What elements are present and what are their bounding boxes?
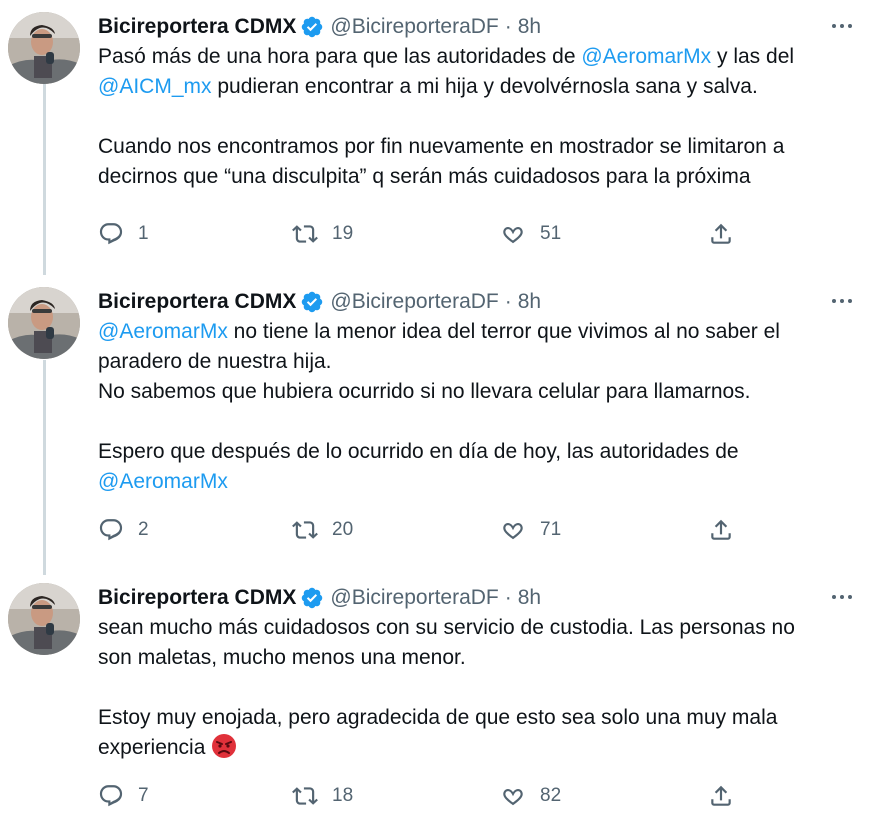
tweet-content: Bicireportera CDMX @BicireporteraDF · 8h Pas…: [98, 12, 858, 192]
share-button[interactable]: [708, 217, 748, 251]
text-segment: pudieran encontrar a mi hija y devolvérn…: [211, 75, 758, 98]
reply-count: 2: [138, 519, 149, 540]
verified-badge-icon: [300, 586, 324, 610]
text-segment: Estoy muy enojada, pero agradecida de qu…: [98, 706, 778, 729]
reply-button[interactable]: 2: [98, 513, 149, 547]
paragraph-break: [98, 407, 858, 437]
avatar[interactable]: [8, 12, 80, 84]
retweet-count: 19: [332, 223, 354, 244]
share-icon: [708, 221, 748, 247]
author-handle[interactable]: @BicireporteraDF: [330, 586, 498, 610]
text-segment: y las del: [711, 45, 795, 68]
tweet-timestamp[interactable]: 8h: [518, 586, 541, 610]
verified-badge-icon: [300, 15, 324, 39]
avatar[interactable]: [8, 583, 80, 655]
text-segment: Espero que después de lo ocurrido en día…: [98, 440, 739, 463]
text-segment: Cuando nos encontramos por fin nuevament…: [98, 135, 785, 158]
tweet-text-line: Cuando nos encontramos por fin nuevament…: [98, 132, 858, 162]
text-segment: No sabemos que hubiera ocurrido si no ll…: [98, 380, 751, 403]
tweet-text-line: No sabemos que hubiera ocurrido si no ll…: [98, 377, 858, 407]
tweet-header: Bicireportera CDMX @BicireporteraDF · 8h: [98, 287, 858, 317]
retweet-button[interactable]: 18: [292, 779, 353, 813]
tweet-text-line: sean mucho más cuidadosos con su servici…: [98, 613, 858, 643]
tweet-content: Bicireportera CDMX @BicireporteraDF · 8h @Ae…: [98, 287, 858, 497]
thread-line: [43, 80, 46, 275]
thread-line: [43, 360, 46, 575]
avatar[interactable]: [8, 287, 80, 359]
share-button[interactable]: [708, 779, 748, 813]
meta-separator: ·: [504, 586, 512, 609]
tweet-text-line: paradero de nuestra hija.: [98, 347, 858, 377]
text-segment: paradero de nuestra hija.: [98, 350, 332, 373]
author-name[interactable]: Bicireportera CDMX: [98, 290, 296, 314]
retweet-button[interactable]: 19: [292, 217, 353, 251]
retweet-count: 18: [332, 785, 354, 806]
retweet-icon: [292, 783, 332, 809]
tweet-text-line: @AeromarMx no tiene la menor idea del te…: [98, 317, 858, 347]
tweet-text-line: @AeromarMx: [98, 467, 858, 497]
meta-separator: ·: [504, 290, 512, 313]
text-segment: Pasó más de una hora para que las autori…: [98, 45, 582, 68]
tweet-actions: 1 19 51: [98, 217, 858, 251]
like-button[interactable]: 51: [500, 217, 561, 251]
like-icon: [500, 517, 540, 543]
tweet-actions: 7 18 82: [98, 779, 858, 813]
retweet-count: 20: [332, 519, 354, 540]
share-button[interactable]: [708, 513, 748, 547]
verified-badge-icon: [300, 290, 324, 314]
tweet-header: Bicireportera CDMX @BicireporteraDF · 8h: [98, 583, 858, 613]
tweet-text-line: Espero que después de lo ocurrido en día…: [98, 437, 858, 467]
tweet-text-line: Pasó más de una hora para que las autori…: [98, 42, 858, 72]
meta-separator: ·: [504, 15, 512, 38]
retweet-icon: [292, 517, 332, 543]
mention-link[interactable]: @AICM_mx: [98, 75, 212, 98]
tweet-header: Bicireportera CDMX @BicireporteraDF · 8h: [98, 12, 858, 42]
tweet-text-line: Estoy muy enojada, pero agradecida de qu…: [98, 703, 858, 733]
mention-link[interactable]: @AeromarMx: [98, 470, 228, 493]
paragraph-break: [98, 673, 858, 703]
share-icon: [708, 517, 748, 543]
author-handle[interactable]: @BicireporteraDF: [330, 290, 498, 314]
text-segment: no tiene la menor idea del terror que vi…: [227, 320, 780, 343]
tweet-text: Pasó más de una hora para que las autori…: [98, 42, 858, 192]
text-segment: son maletas, mucho menos una menor.: [98, 646, 466, 669]
tweet-text-line: experiencia: [98, 733, 858, 763]
text-segment: experiencia: [98, 736, 212, 759]
like-count: 71: [540, 519, 562, 540]
text-segment: sean mucho más cuidadosos con su servici…: [98, 616, 795, 639]
reply-button[interactable]: 1: [98, 217, 149, 251]
text-segment: decirnos que “una disculpita” q serán má…: [98, 165, 751, 188]
author-handle[interactable]: @BicireporteraDF: [330, 15, 498, 39]
tweet-timestamp[interactable]: 8h: [518, 15, 541, 39]
angry-face-icon: [211, 733, 237, 759]
like-count: 82: [540, 785, 562, 806]
paragraph-break: [98, 102, 858, 132]
tweet-text: @AeromarMx no tiene la menor idea del te…: [98, 317, 858, 497]
reply-icon: [98, 783, 138, 809]
reply-count: 7: [138, 785, 149, 806]
retweet-button[interactable]: 20: [292, 513, 353, 547]
author-name[interactable]: Bicireportera CDMX: [98, 586, 296, 610]
reply-icon: [98, 517, 138, 543]
tweet-content: Bicireportera CDMX @BicireporteraDF · 8h sea…: [98, 583, 858, 763]
tweet-timestamp[interactable]: 8h: [518, 290, 541, 314]
mention-link[interactable]: @AeromarMx: [98, 320, 228, 343]
reply-count: 1: [138, 223, 149, 244]
author-name[interactable]: Bicireportera CDMX: [98, 15, 296, 39]
like-count: 51: [540, 223, 562, 244]
tweet-actions: 2 20 71: [98, 513, 858, 547]
tweet-text-line: decirnos que “una disculpita” q serán má…: [98, 162, 858, 192]
share-icon: [708, 783, 748, 809]
reply-icon: [98, 221, 138, 247]
like-button[interactable]: 82: [500, 779, 561, 813]
tweet-text: sean mucho más cuidadosos con su servici…: [98, 613, 858, 763]
like-button[interactable]: 71: [500, 513, 561, 547]
mention-link[interactable]: @AeromarMx: [581, 45, 711, 68]
retweet-icon: [292, 221, 332, 247]
reply-button[interactable]: 7: [98, 779, 149, 813]
like-icon: [500, 221, 540, 247]
like-icon: [500, 783, 540, 809]
tweet-text-line: son maletas, mucho menos una menor.: [98, 643, 858, 673]
tweet-text-line: @AICM_mx pudieran encontrar a mi hija y …: [98, 72, 858, 102]
